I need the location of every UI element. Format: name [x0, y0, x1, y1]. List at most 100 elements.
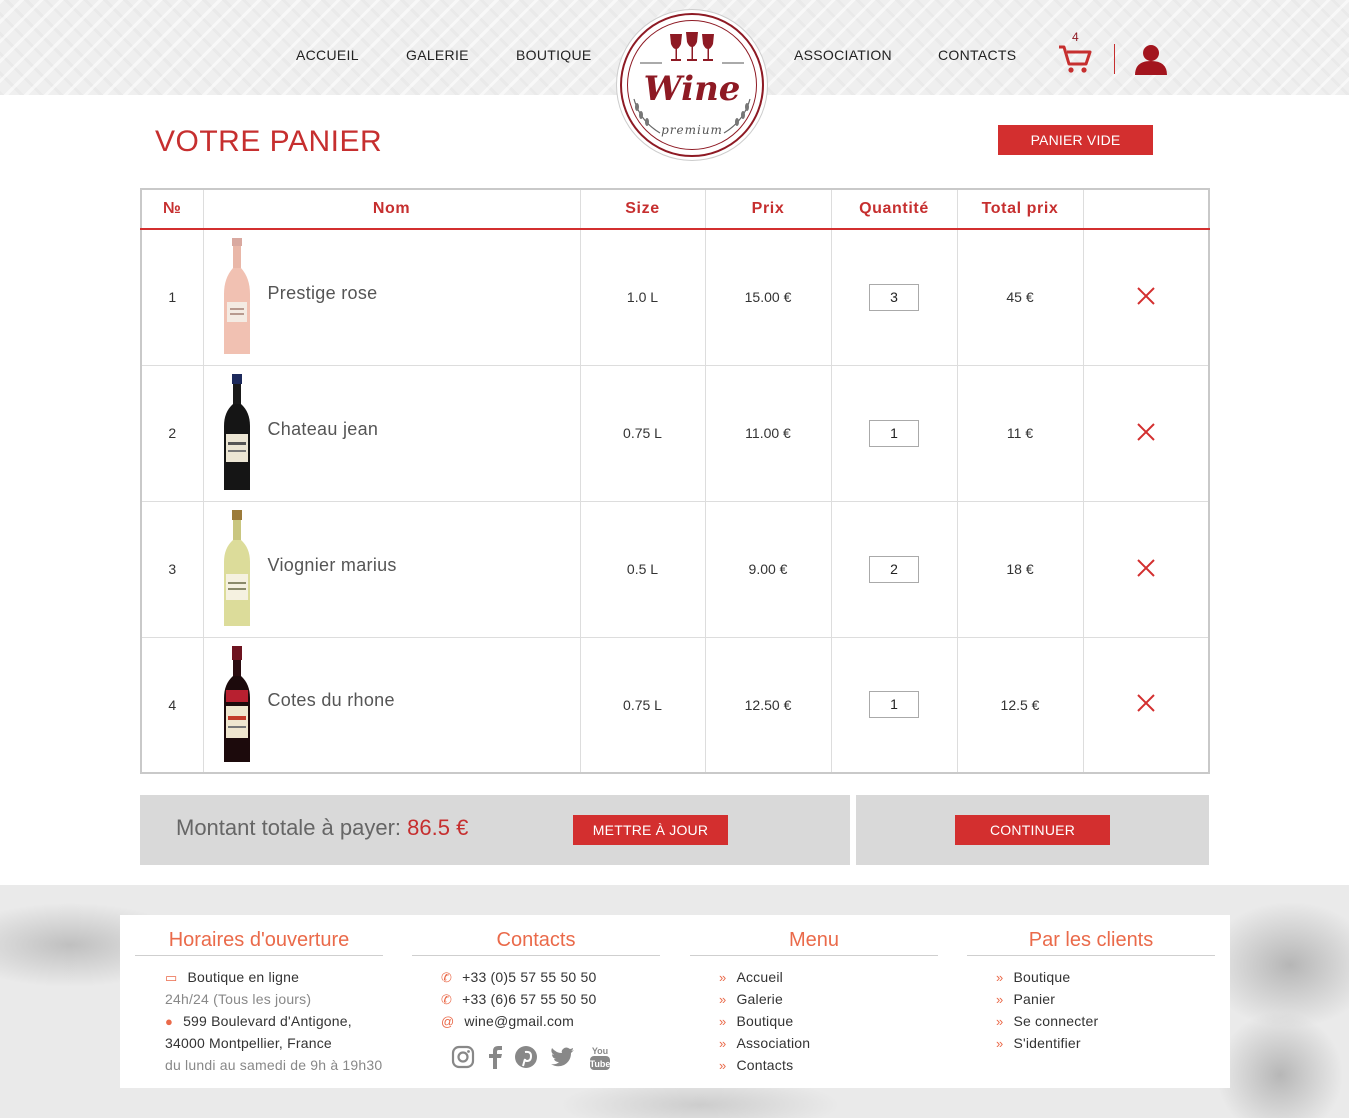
total-amount: 86.5 € — [407, 815, 469, 840]
remove-item-icon[interactable] — [1136, 286, 1156, 306]
product-cell: Cotes du rhone — [203, 637, 581, 773]
col-header-name: Nom — [203, 189, 581, 230]
instagram-icon[interactable] — [451, 1045, 475, 1074]
hours-text: 24h/24 (Tous les jours) — [165, 991, 312, 1007]
table-row: 2 Chateau jean 0.75 L 11.00 € 1 11 € — [141, 365, 1210, 502]
product-size: 0.75 L — [580, 365, 706, 502]
address-line: ● 599 Boulevard d'Antigone, — [165, 1013, 352, 1029]
footer-menu-label[interactable]: Contacts — [736, 1057, 793, 1073]
remove-item-icon[interactable] — [1136, 422, 1156, 442]
product-size: 0.75 L — [580, 637, 706, 773]
nav-galerie[interactable]: GALERIE — [406, 47, 469, 63]
page-title: VOTRE PANIER — [155, 125, 383, 158]
continue-button[interactable]: CONTINUER — [955, 815, 1110, 845]
table-row: 4 Cotes du rhone 0.75 L 12.50 € 1 12.5 € — [141, 637, 1210, 773]
nav-contacts[interactable]: CONTACTS — [938, 47, 1016, 63]
table-row: 1 Prestige rose 1.0 L 15.00 € 3 45 € — [141, 229, 1210, 366]
header-divider — [1114, 44, 1115, 74]
nav-association[interactable]: ASSOCIATION — [794, 47, 892, 63]
product-size: 1.0 L — [580, 229, 706, 366]
logo-subtitle: premium — [661, 123, 723, 137]
footer-menu-column: Menu — [690, 915, 938, 956]
product-name[interactable]: Prestige rose — [268, 283, 378, 304]
footer-clients-label[interactable]: Se connecter — [1013, 1013, 1098, 1029]
remove-cell — [1083, 229, 1210, 366]
email-line: @ wine@gmail.com — [441, 1013, 574, 1029]
facebook-icon[interactable] — [486, 1045, 504, 1074]
at-icon: @ — [441, 1014, 455, 1029]
footer-menu-item[interactable]: » Accueil — [719, 969, 783, 985]
email-link[interactable]: wine@gmail.com — [464, 1013, 574, 1029]
footer-clients-item[interactable]: » Boutique — [996, 969, 1070, 985]
nav-accueil[interactable]: ACCUEIL — [296, 47, 359, 63]
address-text: 599 Boulevard d'Antigone, — [183, 1013, 352, 1029]
footer-clients-item[interactable]: » Se connecter — [996, 1013, 1098, 1029]
product-cell: Prestige rose — [203, 229, 581, 366]
row-number: 2 — [141, 365, 204, 502]
product-price: 15.00 € — [705, 229, 832, 366]
footer-menu-label[interactable]: Galerie — [736, 991, 783, 1007]
remove-cell — [1083, 501, 1210, 638]
cart-count-badge: 4 — [1072, 30, 1079, 44]
footer-clients-label[interactable]: Boutique — [1013, 969, 1070, 985]
chevron-right-icon: » — [719, 970, 727, 985]
col-header-total: Total prix — [957, 189, 1084, 230]
phone-1-text[interactable]: +33 (0)5 57 55 50 50 — [462, 969, 596, 985]
empty-cart-button[interactable]: PANIER VIDE — [998, 125, 1153, 155]
col-header-price: Prix — [705, 189, 832, 230]
pinterest-icon[interactable] — [514, 1045, 538, 1074]
quantity-input[interactable]: 1 — [869, 691, 919, 719]
col-header-quantity: Quantité — [831, 189, 958, 230]
twitter-icon[interactable] — [550, 1045, 576, 1074]
white-wine-bottle-image — [223, 510, 250, 626]
footer-clients-label[interactable]: S'identifier — [1013, 1035, 1080, 1051]
phone-2-text[interactable]: +33 (6)6 57 55 50 50 — [462, 991, 596, 1007]
wine-logo[interactable]: Wine premium — [620, 13, 764, 157]
chevron-right-icon: » — [996, 1014, 1004, 1029]
update-cart-button[interactable]: METTRE À JOUR — [573, 815, 728, 845]
chevron-right-icon: » — [719, 992, 727, 1007]
footer-menu-item[interactable]: » Galerie — [719, 991, 783, 1007]
footer-menu-title: Menu — [690, 915, 938, 956]
quantity-input[interactable]: 2 — [869, 555, 919, 583]
footer-menu-label[interactable]: Association — [736, 1035, 810, 1051]
youtube-icon[interactable]: You Tube — [588, 1044, 612, 1077]
phone-icon: ✆ — [441, 970, 453, 985]
footer-menu-item[interactable]: » Boutique — [719, 1013, 793, 1029]
quantity-input[interactable]: 1 — [869, 419, 919, 447]
quantity-input[interactable]: 3 — [869, 283, 919, 311]
chevron-right-icon: » — [719, 1058, 727, 1073]
product-price: 12.50 € — [705, 637, 832, 773]
product-size: 0.5 L — [580, 501, 706, 638]
rose-wine-bottle-image — [223, 238, 250, 355]
product-total: 45 € — [957, 229, 1084, 366]
red-wine-bottle-image — [223, 374, 250, 490]
footer-menu-label[interactable]: Boutique — [736, 1013, 793, 1029]
phone-line-1: ✆ +33 (0)5 57 55 50 50 — [441, 969, 596, 986]
col-header-remove — [1083, 189, 1210, 230]
footer-clients-label[interactable]: Panier — [1013, 991, 1055, 1007]
total-summary-box: Montant totale à payer: 86.5 € — [140, 795, 850, 865]
remove-item-icon[interactable] — [1136, 693, 1156, 713]
footer-clients-item[interactable]: » S'identifier — [996, 1035, 1081, 1051]
footer-menu-label[interactable]: Accueil — [736, 969, 783, 985]
user-account-icon[interactable] — [1134, 44, 1168, 76]
product-total: 18 € — [957, 501, 1084, 638]
footer-hours-title: Horaires d'ouverture — [135, 915, 383, 956]
cart-icon[interactable] — [1058, 44, 1092, 74]
remove-item-icon[interactable] — [1136, 558, 1156, 578]
product-name[interactable]: Viognier marius — [268, 555, 397, 576]
product-total: 12.5 € — [957, 637, 1084, 773]
table-header-row: № Nom Size Prix Quantité Total prix — [141, 189, 1210, 230]
footer-clients-item[interactable]: » Panier — [996, 991, 1055, 1007]
product-name[interactable]: Cotes du rhone — [268, 690, 395, 711]
footer-menu-item[interactable]: » Association — [719, 1035, 810, 1051]
hours-online-line: ▭ Boutique en ligne — [165, 969, 299, 986]
footer-menu-item[interactable]: » Contacts — [719, 1057, 793, 1073]
nav-boutique[interactable]: BOUTIQUE — [516, 47, 592, 63]
chevron-right-icon: » — [719, 1014, 727, 1029]
product-name[interactable]: Chateau jean — [268, 419, 379, 440]
wine-glasses-icon — [640, 32, 744, 64]
row-number: 3 — [141, 501, 204, 638]
footer-contacts-title: Contacts — [412, 915, 660, 956]
